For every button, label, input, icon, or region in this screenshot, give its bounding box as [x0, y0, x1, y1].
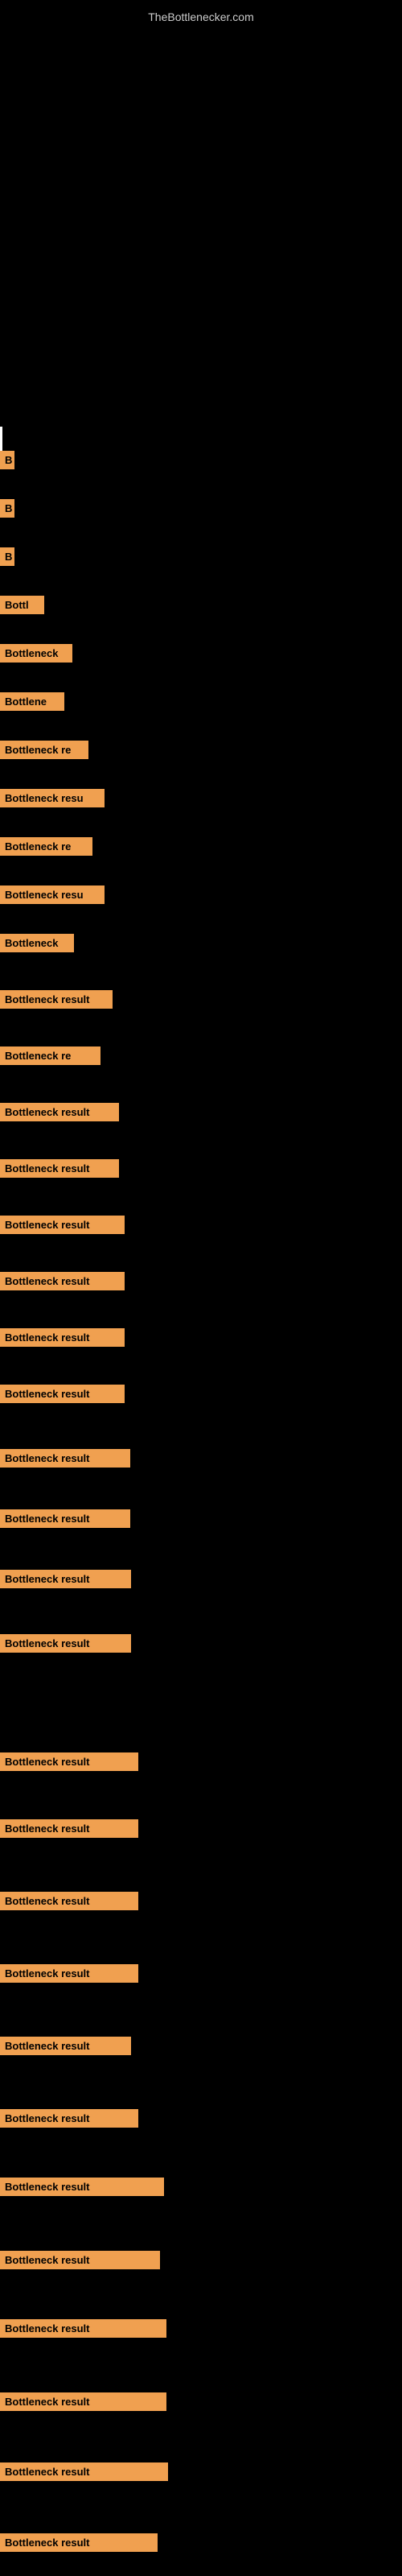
bottleneck-result-item[interactable]: Bottl	[0, 596, 44, 614]
bottleneck-result-item[interactable]: Bottleneck result	[0, 2037, 131, 2055]
bottleneck-result-item[interactable]: Bottleneck re	[0, 837, 92, 856]
bottleneck-result-item[interactable]: Bottleneck result	[0, 2251, 160, 2269]
bottleneck-result-item[interactable]: Bottleneck result	[0, 1103, 119, 1121]
bottleneck-result-item[interactable]: Bottleneck result	[0, 2462, 168, 2481]
bottleneck-result-item[interactable]: Bottleneck resu	[0, 886, 105, 904]
bottleneck-result-item[interactable]: B	[0, 547, 14, 566]
bottleneck-result-item[interactable]: Bottleneck result	[0, 1819, 138, 1838]
bottleneck-result-item[interactable]: Bottleneck	[0, 644, 72, 663]
bottleneck-result-item[interactable]: Bottleneck result	[0, 1272, 125, 1290]
site-title: TheBottlenecker.com	[0, 4, 402, 30]
bottleneck-result-item[interactable]: Bottleneck result	[0, 2533, 158, 2552]
bottleneck-result-item[interactable]: Bottleneck result	[0, 1634, 131, 1653]
bottleneck-result-item[interactable]: Bottleneck result	[0, 2319, 166, 2338]
bottleneck-result-item[interactable]: Bottleneck result	[0, 1216, 125, 1234]
bottleneck-result-item[interactable]: Bottleneck result	[0, 1159, 119, 1178]
bottleneck-result-item[interactable]: Bottleneck result	[0, 1752, 138, 1771]
bottleneck-result-item[interactable]: Bottleneck resu	[0, 789, 105, 807]
bottleneck-result-item[interactable]: Bottleneck result	[0, 1570, 131, 1588]
bottleneck-result-item[interactable]: B	[0, 499, 14, 518]
bottleneck-result-item[interactable]: Bottleneck result	[0, 2178, 164, 2196]
bottleneck-result-item[interactable]: Bottleneck	[0, 934, 74, 952]
bottleneck-result-item[interactable]: B	[0, 451, 14, 469]
text-cursor	[0, 427, 2, 451]
bottleneck-result-item[interactable]: Bottleneck result	[0, 2392, 166, 2411]
bottleneck-result-item[interactable]: Bottleneck result	[0, 1328, 125, 1347]
bottleneck-result-item[interactable]: Bottleneck result	[0, 1509, 130, 1528]
bottleneck-result-item[interactable]: Bottleneck result	[0, 1449, 130, 1468]
bottleneck-result-item[interactable]: Bottleneck result	[0, 1964, 138, 1983]
bottleneck-result-item[interactable]: Bottleneck result	[0, 1385, 125, 1403]
bottleneck-result-item[interactable]: Bottleneck result	[0, 990, 113, 1009]
bottleneck-result-item[interactable]: Bottleneck re	[0, 741, 88, 759]
bottleneck-result-item[interactable]: Bottlene	[0, 692, 64, 711]
bottleneck-result-item[interactable]: Bottleneck result	[0, 1892, 138, 1910]
bottleneck-result-item[interactable]: Bottleneck re	[0, 1046, 100, 1065]
bottleneck-result-item[interactable]: Bottleneck result	[0, 2109, 138, 2128]
